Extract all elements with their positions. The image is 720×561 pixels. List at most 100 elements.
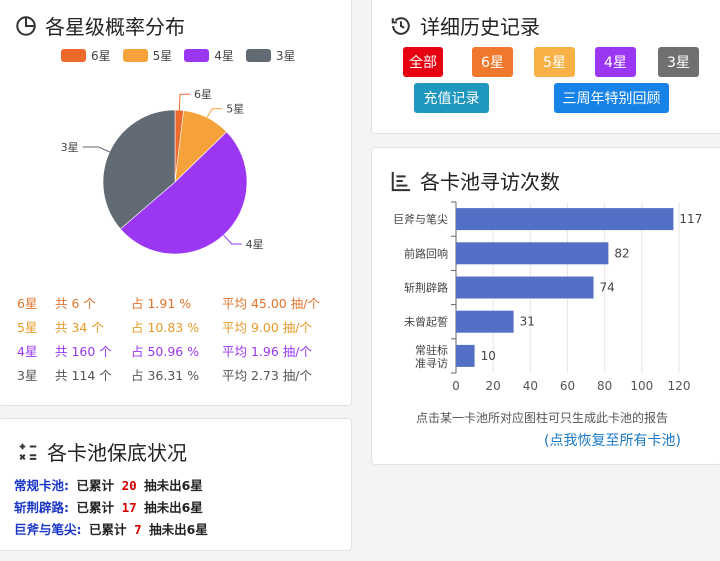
filter-4star-button[interactable]: 4星 — [595, 47, 636, 77]
recharge-record-button[interactable]: 充值记录 — [414, 83, 489, 113]
y-category-label: 准寻访 — [415, 357, 448, 370]
pity-pool-name: 巨斧与笔尖: — [14, 522, 82, 537]
stats-count: 共 6 个 — [55, 296, 96, 311]
stats-row: 6星 共 6 个 占 1.91 % 平均 45.00 抽/个 — [17, 293, 337, 317]
stats-average: 平均 2.73 抽/个 — [222, 368, 312, 383]
x-tick-label: 120 — [668, 379, 691, 393]
pie-slice-label: 6星 — [194, 88, 212, 101]
history-icon — [390, 15, 412, 37]
stats-row: 5星 共 34 个 占 10.83 % 平均 9.00 抽/个 — [17, 317, 337, 341]
filter-3star-button[interactable]: 3星 — [658, 47, 699, 77]
pie-slice-label: 3星 — [61, 141, 79, 154]
stats-average: 平均 9.00 抽/个 — [222, 320, 312, 335]
x-tick-label: 60 — [560, 379, 575, 393]
filter-5star-button[interactable]: 5星 — [534, 47, 575, 77]
pity-count: 7 — [134, 522, 142, 537]
distribution-title: 各星级概率分布 — [15, 11, 185, 40]
pool-title: 各卡池寻访次数 — [390, 166, 560, 195]
stats-average: 平均 45.00 抽/个 — [222, 296, 320, 311]
calculator-icon — [17, 441, 39, 463]
legend-swatch — [61, 49, 86, 62]
pie-leader-line — [223, 234, 242, 245]
bar-value-label: 31 — [520, 315, 535, 329]
pity-line-standard: 常规卡池: 已累计 20 抽未出6星 — [14, 475, 203, 494]
stats-star-name: 6星 — [17, 296, 38, 311]
filter-all-button[interactable]: 全部 — [403, 47, 443, 77]
legend-swatch — [184, 49, 210, 62]
history-card: 详细历史记录 全部 6星 5星 4星 3星 充值记录 三周年特别回顾 — [371, 0, 720, 134]
legend-item[interactable]: 5星 — [122, 47, 173, 64]
pie-chart-icon — [15, 15, 37, 37]
pity-count: 20 — [121, 478, 137, 493]
pity-prefix: 已累计 — [76, 478, 115, 493]
y-category-label: 未曾起誓 — [404, 315, 448, 329]
x-tick-label: 100 — [630, 379, 653, 393]
stats-star-name: 3星 — [17, 368, 38, 383]
pity-title-text: 各卡池保底状况 — [47, 441, 187, 465]
pie-slice-label: 5星 — [226, 103, 244, 116]
stats-star-name: 5星 — [17, 320, 38, 335]
pie-leader-line — [82, 146, 110, 153]
stats-percent: 占 1.91 % — [131, 296, 192, 311]
legend-item[interactable]: 6星 — [61, 47, 111, 64]
pool-bar[interactable] — [456, 242, 609, 265]
pity-count: 17 — [121, 500, 137, 515]
bar-value-label: 117 — [679, 212, 702, 226]
stats-count: 共 34 个 — [55, 320, 104, 335]
stats-percent: 占 10.83 % — [131, 320, 200, 335]
restore-all-pools-link[interactable]: (点我恢复至所有卡池) — [544, 430, 681, 450]
pie-leader-line — [206, 108, 223, 118]
legend-label: 5星 — [152, 49, 173, 63]
stats-average: 平均 1.96 抽/个 — [222, 344, 312, 359]
pie-slice-label: 4星 — [246, 238, 264, 251]
pool-bar[interactable] — [456, 208, 674, 231]
star-pie-chart: 6星 5星 4星 3星 — [61, 88, 264, 255]
x-tick-label: 40 — [523, 379, 538, 393]
bar-value-label: 10 — [481, 349, 496, 363]
y-category-label: 巨斧与笔尖 — [393, 212, 448, 226]
pie-leader-line — [178, 93, 190, 111]
x-tick-label: 20 — [486, 379, 501, 393]
pool-bar[interactable] — [456, 276, 594, 299]
pity-prefix: 已累计 — [89, 522, 127, 537]
pity-pool-name: 常规卡池: — [14, 478, 69, 493]
stats-count: 共 114 个 — [55, 368, 112, 383]
filter-6star-button[interactable]: 6星 — [472, 47, 513, 77]
pity-pool-name: 斩荆辟路: — [14, 500, 69, 515]
y-category-label: 常驻标 — [415, 343, 448, 357]
pity-line-zhanjing: 斩荆辟路: 已累计 17 抽未出6星 — [14, 497, 203, 516]
pool-visits-card: 各卡池寻访次数 0 20 40 60 80 100 120 117 82 74 31 10 巨斧与笔尖前… — [371, 147, 720, 465]
stats-row: 3星 共 114 个 占 36.31 % 平均 2.73 抽/个 — [17, 365, 337, 389]
pity-title: 各卡池保底状况 — [17, 437, 187, 466]
history-title: 详细历史记录 — [390, 11, 540, 40]
anniversary-review-button[interactable]: 三周年特别回顾 — [554, 83, 669, 113]
stats-count: 共 160 个 — [55, 344, 112, 359]
y-category-label: 前路回响 — [404, 246, 448, 260]
x-tick-label: 80 — [597, 379, 612, 393]
legend-label: 6星 — [91, 49, 111, 63]
bar-value-label: 82 — [614, 246, 629, 260]
history-title-text: 详细历史记录 — [420, 15, 540, 39]
legend-item[interactable]: 4星 — [184, 47, 234, 64]
pool-bar[interactable] — [456, 344, 475, 367]
pity-prefix: 已累计 — [76, 500, 115, 515]
x-tick-label: 0 — [452, 379, 460, 393]
legend-label: 3星 — [275, 49, 296, 63]
pool-bar[interactable] — [456, 310, 514, 333]
legend-swatch — [245, 49, 271, 62]
stats-star-name: 4星 — [17, 344, 38, 359]
bar-value-label: 74 — [600, 281, 615, 295]
pity-suffix: 抽未出6星 — [144, 500, 203, 515]
legend-swatch — [122, 49, 148, 62]
pie-legend: 6星 5星 4星 3星 — [61, 47, 296, 64]
pity-suffix: 抽未出6星 — [144, 478, 203, 493]
distribution-title-text: 各星级概率分布 — [45, 15, 185, 39]
pool-chart-note: 点击某一卡池所对应图柱可只生成此卡池的报告 — [416, 411, 669, 425]
star-distribution-card: 各星级概率分布 6星 5星 4星 3星 6星 5星 4星 3星 6星共 6 个占 1.91 … — [0, 0, 352, 406]
legend-label: 4星 — [214, 49, 234, 63]
y-category-label: 斩荆辟路 — [404, 281, 448, 295]
pool-title-text: 各卡池寻访次数 — [420, 170, 560, 194]
pity-status-card: 各卡池保底状况 常规卡池: 已累计 20 抽未出6星 斩荆辟路: 已累计 17 … — [0, 418, 352, 551]
stats-percent: 占 36.31 % — [131, 368, 200, 383]
legend-item[interactable]: 3星 — [245, 47, 296, 64]
